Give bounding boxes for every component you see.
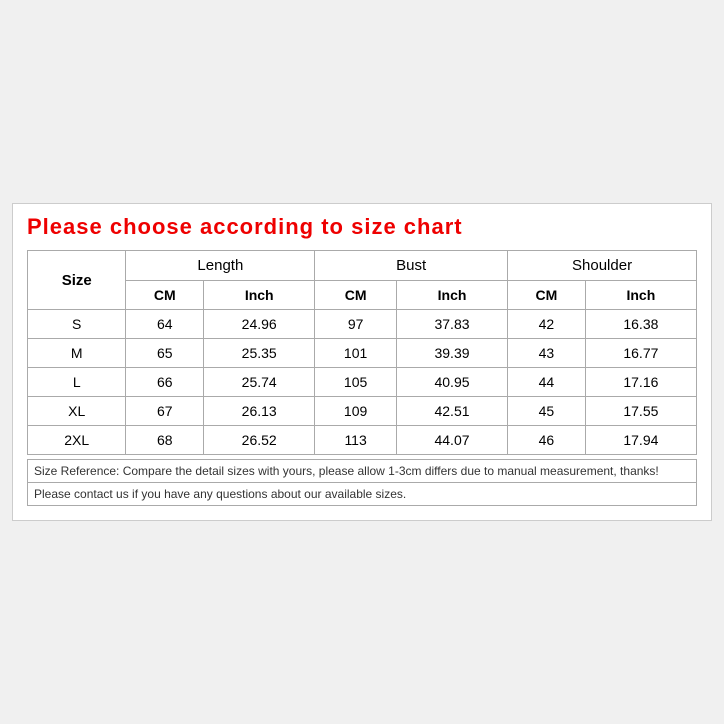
bust-header: Bust [315, 251, 508, 281]
size-chart-container: Please choose according to size chart Si… [12, 203, 712, 521]
length-header: Length [126, 251, 315, 281]
row-3-cell-4: 42.51 [396, 397, 507, 426]
row-0-cell-3: 97 [315, 310, 397, 339]
row-1-cell-1: 65 [126, 339, 204, 368]
row-2-cell-2: 25.74 [204, 368, 315, 397]
note1: Size Reference: Compare the detail sizes… [27, 459, 697, 483]
row-2-cell-1: 66 [126, 368, 204, 397]
table-row: XL6726.1310942.514517.55 [28, 397, 697, 426]
row-4-cell-5: 46 [508, 426, 586, 455]
row-4-cell-2: 26.52 [204, 426, 315, 455]
row-4-cell-1: 68 [126, 426, 204, 455]
row-2-cell-0: L [28, 368, 126, 397]
row-3-cell-1: 67 [126, 397, 204, 426]
row-3-cell-6: 17.55 [585, 397, 696, 426]
row-1-cell-6: 16.77 [585, 339, 696, 368]
row-0-cell-0: S [28, 310, 126, 339]
row-1-cell-0: M [28, 339, 126, 368]
bust-inch-header: Inch [396, 281, 507, 310]
shoulder-header: Shoulder [508, 251, 697, 281]
row-2-cell-3: 105 [315, 368, 397, 397]
row-0-cell-1: 64 [126, 310, 204, 339]
bust-cm-header: CM [315, 281, 397, 310]
row-2-cell-4: 40.95 [396, 368, 507, 397]
row-4-cell-6: 17.94 [585, 426, 696, 455]
size-header: Size [28, 251, 126, 310]
row-1-cell-5: 43 [508, 339, 586, 368]
table-row: M6525.3510139.394316.77 [28, 339, 697, 368]
length-inch-header: Inch [204, 281, 315, 310]
table-row: L6625.7410540.954417.16 [28, 368, 697, 397]
row-0-cell-5: 42 [508, 310, 586, 339]
length-cm-header: CM [126, 281, 204, 310]
row-2-cell-5: 44 [508, 368, 586, 397]
table-row: S6424.969737.834216.38 [28, 310, 697, 339]
row-0-cell-4: 37.83 [396, 310, 507, 339]
row-4-cell-0: 2XL [28, 426, 126, 455]
table-row: 2XL6826.5211344.074617.94 [28, 426, 697, 455]
row-1-cell-2: 25.35 [204, 339, 315, 368]
row-1-cell-3: 101 [315, 339, 397, 368]
shoulder-inch-header: Inch [585, 281, 696, 310]
row-1-cell-4: 39.39 [396, 339, 507, 368]
row-3-cell-3: 109 [315, 397, 397, 426]
row-3-cell-5: 45 [508, 397, 586, 426]
row-2-cell-6: 17.16 [585, 368, 696, 397]
note2: Please contact us if you have any questi… [27, 483, 697, 506]
shoulder-cm-header: CM [508, 281, 586, 310]
row-4-cell-4: 44.07 [396, 426, 507, 455]
row-0-cell-6: 16.38 [585, 310, 696, 339]
row-4-cell-3: 113 [315, 426, 397, 455]
row-3-cell-2: 26.13 [204, 397, 315, 426]
row-0-cell-2: 24.96 [204, 310, 315, 339]
chart-title: Please choose according to size chart [27, 214, 697, 240]
row-3-cell-0: XL [28, 397, 126, 426]
size-table: Size Length Bust Shoulder CM Inch CM Inc… [27, 250, 697, 455]
